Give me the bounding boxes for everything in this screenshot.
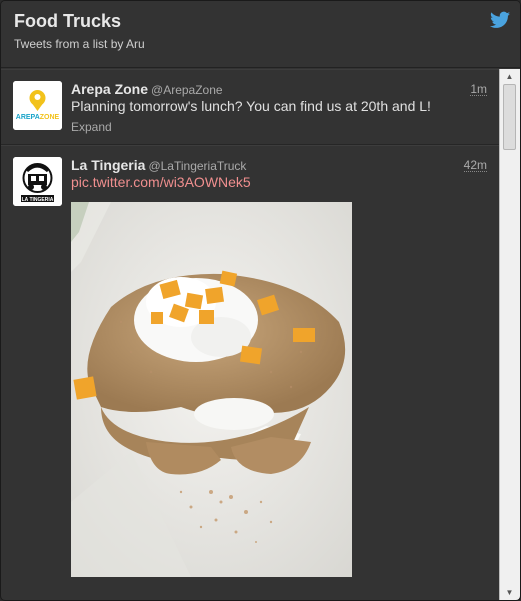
avatar[interactable]: AREPAZONE — [13, 81, 62, 130]
author-name[interactable]: Arepa Zone — [71, 81, 148, 97]
author-name[interactable]: La Tingeria — [71, 157, 145, 173]
tweet-timestamp[interactable]: 1m — [470, 83, 487, 96]
arepa-zone-logo-icon: AREPAZONE — [13, 81, 62, 130]
timeline-widget: Food Trucks Tweets from a list by Aru AR… — [0, 0, 521, 601]
media-link[interactable]: pic.twitter.com/wi3AOWNek5 — [71, 174, 251, 190]
tweet-timestamp[interactable]: 42m — [463, 159, 487, 172]
tweet-author[interactable]: La Tingeria @LaTingeriaTruck — [71, 157, 246, 173]
tweet-photo[interactable] — [71, 202, 352, 577]
la-tingeria-logo-icon: LA TINGERIA — [13, 157, 62, 206]
author-handle[interactable]: @ArepaZone — [151, 83, 223, 97]
tweet-text: pic.twitter.com/wi3AOWNek5 — [71, 174, 251, 190]
tweet-text: Planning tomorrow's lunch? You can find … — [71, 98, 431, 114]
svg-text:AREPAZONE: AREPAZONE — [16, 114, 60, 121]
tweet-author[interactable]: Arepa Zone @ArepaZone — [71, 81, 223, 97]
tweet-stream[interactable]: AREPAZONE Arepa Zone @ArepaZone 1m Planni… — [1, 69, 499, 600]
scrollbar-thumb[interactable] — [503, 84, 516, 150]
scroll-up-icon[interactable]: ▲ — [502, 70, 517, 83]
svg-text:LA TINGERIA: LA TINGERIA — [22, 197, 54, 203]
scroll-down-icon[interactable]: ▼ — [502, 586, 517, 599]
avatar[interactable]: LA TINGERIA — [13, 157, 62, 206]
food-photo — [71, 202, 352, 577]
timeline-header: Food Trucks Tweets from a list by Aru — [1, 1, 520, 68]
twitter-bird-icon[interactable] — [490, 11, 510, 29]
tweet-item[interactable]: AREPAZONE Arepa Zone @ArepaZone 1m Planni… — [1, 69, 499, 145]
expand-link[interactable]: Expand — [71, 120, 112, 134]
scrollbar[interactable]: ▲ ▼ — [499, 69, 520, 600]
timeline-subtitle: Tweets from a list by Aru — [14, 37, 145, 51]
tweet-item[interactable]: LA TINGERIA La Tingeria @LaTingeriaTruck … — [1, 145, 499, 600]
author-handle[interactable]: @LaTingeriaTruck — [148, 159, 246, 173]
timeline-title[interactable]: Food Trucks — [14, 11, 121, 32]
